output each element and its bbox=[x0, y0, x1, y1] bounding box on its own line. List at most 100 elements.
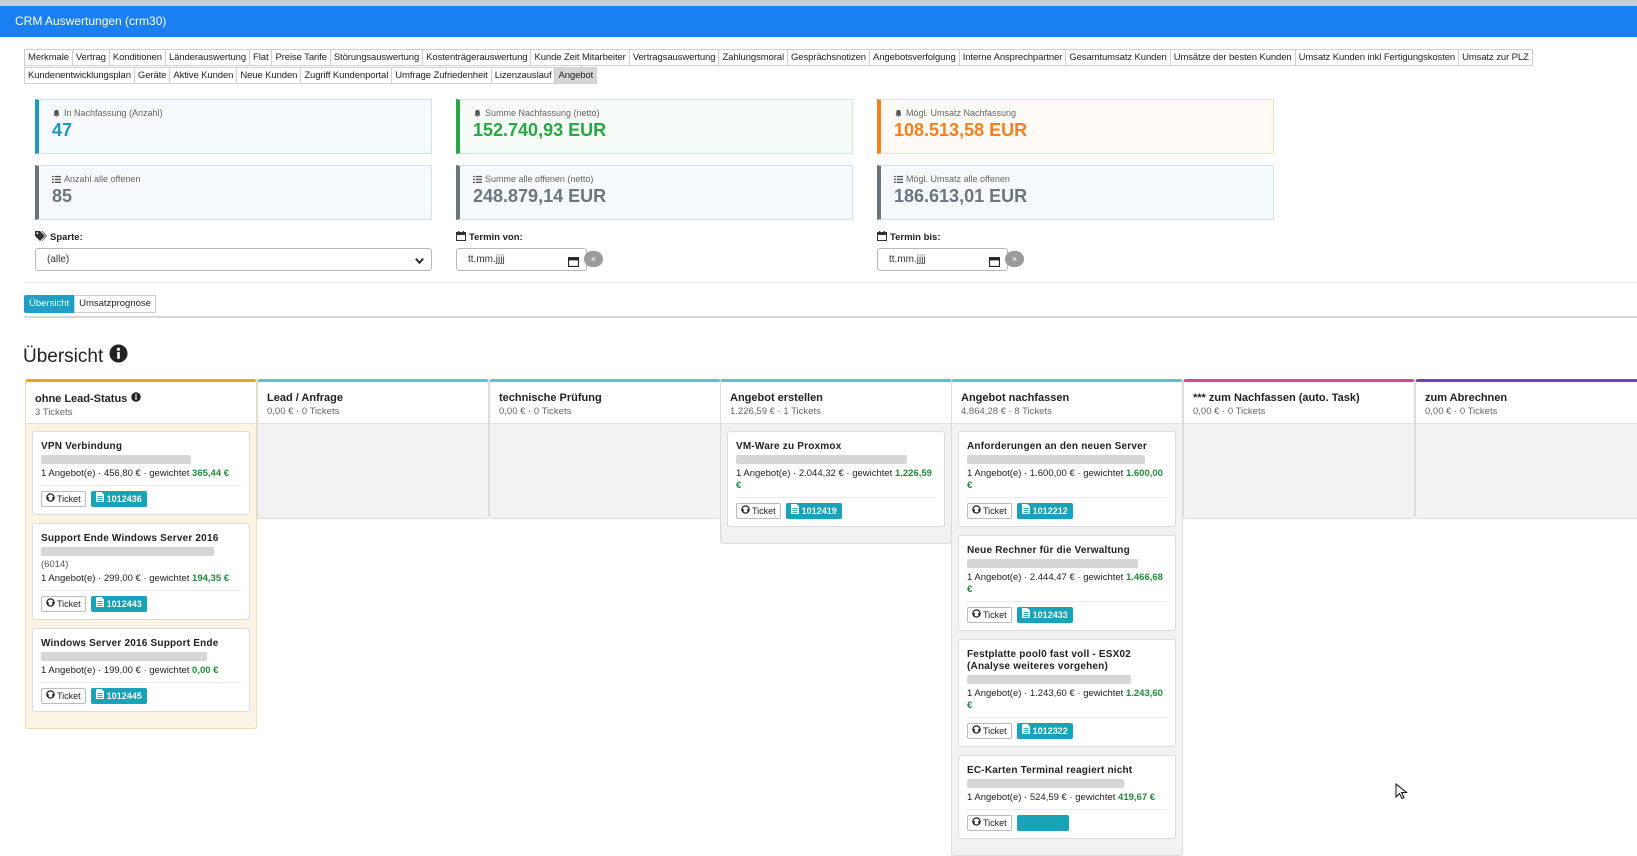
headset-icon bbox=[46, 597, 55, 611]
column-summary: 0,00 € · 0 Tickets bbox=[1425, 406, 1498, 417]
redacted-bar bbox=[967, 454, 1145, 464]
tab-merkmale[interactable]: Merkmale bbox=[24, 49, 73, 66]
offer-number-button[interactable]: 1012433 bbox=[1016, 607, 1073, 623]
tab-störungsauswertung[interactable]: Störungsauswertung bbox=[329, 49, 424, 66]
tab-gesamtumsatz-kunden[interactable]: Gesamtumsatz Kunden bbox=[1065, 49, 1171, 66]
ticket-button[interactable]: Ticket bbox=[41, 596, 86, 612]
sparte-select[interactable]: (alle) bbox=[35, 248, 432, 271]
tab-aktive-kunden[interactable]: Aktive Kunden bbox=[169, 67, 238, 84]
tab-umfrage-zufriedenheit[interactable]: Umfrage Zufriedenheit bbox=[391, 67, 492, 84]
tab-neue-kunden[interactable]: Neue Kunden bbox=[236, 67, 302, 84]
ticket-title: VM-Ware zu Proxmox bbox=[736, 441, 842, 452]
bell-icon bbox=[894, 109, 903, 118]
offer-number-button[interactable]: 1012322 bbox=[1016, 723, 1073, 739]
tab-angebot[interactable]: Angebot bbox=[554, 67, 598, 84]
divider bbox=[736, 497, 936, 498]
headset-icon bbox=[972, 724, 981, 738]
ticket-card[interactable]: Support Ende Windows Server 2016 (6014) 1 … bbox=[32, 523, 250, 620]
ticket-card[interactable]: Festplatte pool0 fast voll - ESX02 (Anal… bbox=[958, 639, 1176, 747]
overview-button[interactable]: Übersicht bbox=[24, 295, 75, 313]
tab-vertrag[interactable]: Vertrag bbox=[71, 49, 110, 66]
column-summary: 0,00 € · 0 Tickets bbox=[1193, 406, 1266, 417]
ticket-offer-info: 1 Angebot(e) · 2.044,32 € · gewichtet 1.… bbox=[736, 468, 936, 492]
tab-zugriff-kundenportal[interactable]: Zugriff Kundenportal bbox=[300, 67, 393, 84]
offer-summary: 1 Angebot(e) · 199,00 € · gewichtet bbox=[41, 665, 193, 676]
offer-number-button[interactable]: 1012436 bbox=[90, 491, 147, 507]
tab-kunde-zeit-mitarbeiter[interactable]: Kunde Zeit Mitarbeiter bbox=[530, 49, 630, 66]
tab-row-1: Merkmale Vertrag Konditionen Länderauswertu… bbox=[24, 49, 1637, 66]
ticket-button[interactable]: Ticket bbox=[41, 491, 86, 507]
window-title-bar: CRM Auswertungen (crm30) bbox=[0, 6, 1637, 37]
tab-vertragsauswertung[interactable]: Vertragsauswertung bbox=[628, 49, 720, 66]
list-icon bbox=[52, 175, 61, 184]
offer-number-button[interactable] bbox=[1016, 815, 1069, 831]
column-title: ohne Lead-Status bbox=[35, 392, 256, 405]
termin-bis-input[interactable]: tt.mm.jjjj bbox=[877, 248, 1008, 271]
ticket-button[interactable]: Ticket bbox=[736, 503, 781, 519]
tab-länderauswertung[interactable]: Länderauswertung bbox=[164, 49, 251, 66]
info-icon[interactable] bbox=[131, 392, 142, 405]
ticket-title: Support Ende Windows Server 2016 bbox=[41, 533, 219, 544]
ticket-button[interactable]: Ticket bbox=[967, 607, 1012, 623]
calendar-icon[interactable] bbox=[989, 254, 1000, 275]
tags-icon bbox=[35, 231, 47, 244]
list-icon bbox=[894, 175, 903, 184]
divider bbox=[24, 316, 1637, 318]
kpi-label: Summe Nachfassung (netto) bbox=[485, 108, 600, 118]
clear-termin-bis-button[interactable]: × bbox=[1005, 251, 1024, 267]
tab-interne-ansprechpartner[interactable]: Interne Ansprechpartner bbox=[958, 49, 1067, 66]
ticket-button[interactable]: Ticket bbox=[967, 723, 1012, 739]
tab-umsätze-der-besten-kunden[interactable]: Umsätze der besten Kunden bbox=[1169, 49, 1296, 66]
tab-flat[interactable]: Flat bbox=[249, 49, 273, 66]
ticket-card[interactable]: Windows Server 2016 Support Ende 1 Angebo… bbox=[32, 628, 250, 712]
tab-umsatz-kunden-inkl-fertigungskosten[interactable]: Umsatz Kunden inkl Fertigungskosten bbox=[1294, 49, 1460, 66]
sparte-selected-value: (alle) bbox=[47, 254, 70, 265]
offer-number-button[interactable]: 1012212 bbox=[1016, 503, 1073, 519]
forecast-button[interactable]: Umsatzprognose bbox=[74, 295, 156, 313]
tab-konditionen[interactable]: Konditionen bbox=[108, 49, 166, 66]
ticket-card[interactable]: Neue Rechner für die Verwaltung 1 Angebot… bbox=[958, 535, 1176, 631]
document-icon bbox=[1021, 607, 1030, 623]
ticket-offer-info: 1 Angebot(e) · 456,80 € · gewichtet 365,… bbox=[41, 468, 241, 480]
ticket-button[interactable]: Ticket bbox=[967, 815, 1012, 831]
offer-number-button[interactable]: 1012445 bbox=[90, 688, 147, 704]
ticket-button[interactable]: Ticket bbox=[41, 688, 86, 704]
column-title: Lead / Anfrage bbox=[267, 392, 488, 404]
tab-umsatz-zur-plz[interactable]: Umsatz zur PLZ bbox=[1458, 49, 1533, 66]
offer-number-button[interactable]: 1012419 bbox=[785, 503, 842, 519]
redacted-customer-name bbox=[967, 558, 1167, 570]
column-summary: 0,00 € · 0 Tickets bbox=[499, 406, 572, 417]
calendar-icon[interactable] bbox=[568, 254, 579, 275]
ticket-card[interactable]: VPN Verbindung 1 Angebot(e) · 456,80 € · … bbox=[32, 431, 250, 515]
tab-zahlungsmoral[interactable]: Zahlungsmoral bbox=[718, 49, 788, 66]
card-actions: Ticket bbox=[967, 815, 1167, 831]
column-summary: 4.864,28 € · 8 Tickets bbox=[961, 406, 1052, 417]
ticket-button-label: Ticket bbox=[983, 818, 1007, 828]
tab-kundenentwicklungsplan[interactable]: Kundenentwicklungsplan bbox=[24, 67, 135, 84]
tab-geräte[interactable]: Geräte bbox=[133, 67, 171, 84]
tab-gesprächsnotizen[interactable]: Gesprächsnotizen bbox=[786, 49, 870, 66]
headset-icon bbox=[972, 608, 981, 622]
column-header: Angebot nachfassen 4.864,28 € · 8 Tickets bbox=[952, 382, 1182, 424]
clear-termin-von-button[interactable]: × bbox=[584, 251, 603, 267]
ticket-card[interactable]: EC-Karten Terminal reagiert nicht 1 Angeb… bbox=[958, 755, 1176, 839]
info-icon[interactable] bbox=[109, 344, 128, 369]
ticket-button[interactable]: Ticket bbox=[967, 503, 1012, 519]
ticket-title: Anforderungen an den neuen Server bbox=[967, 441, 1147, 452]
redacted-bar bbox=[41, 546, 214, 556]
view-switch: Übersicht Umsatzprognose bbox=[24, 295, 156, 313]
tab-preise-tarife[interactable]: Preise Tarife bbox=[271, 49, 331, 66]
termin-von-input[interactable]: tt.mm.jjjj bbox=[456, 248, 587, 271]
offer-number: 1012445 bbox=[106, 691, 142, 701]
ticket-card[interactable]: Anforderungen an den neuen Server 1 Angeb… bbox=[958, 431, 1176, 527]
tab-kostenträgerauswertung[interactable]: Kostenträgerauswertung bbox=[422, 49, 532, 66]
redacted-bar bbox=[967, 778, 1124, 788]
pipeline-column-zum-abrechnen: zum Abrechnen 0,00 € · 0 Tickets bbox=[1415, 379, 1637, 519]
column-header: Lead / Anfrage 0,00 € · 0 Tickets bbox=[258, 382, 488, 424]
ticket-offer-info: 1 Angebot(e) · 299,00 € · gewichtet 194,… bbox=[41, 573, 241, 585]
tab-angebotsverfolgung[interactable]: Angebotsverfolgung bbox=[868, 49, 960, 66]
ticket-card[interactable]: VM-Ware zu Proxmox 1 Angebot(e) · 2.044,3… bbox=[727, 431, 945, 527]
tab-lizenzauslauf[interactable]: Lizenzauslauf bbox=[490, 67, 556, 84]
offer-number-button[interactable]: 1012443 bbox=[90, 596, 147, 612]
card-actions: Ticket 1012436 bbox=[41, 491, 241, 507]
